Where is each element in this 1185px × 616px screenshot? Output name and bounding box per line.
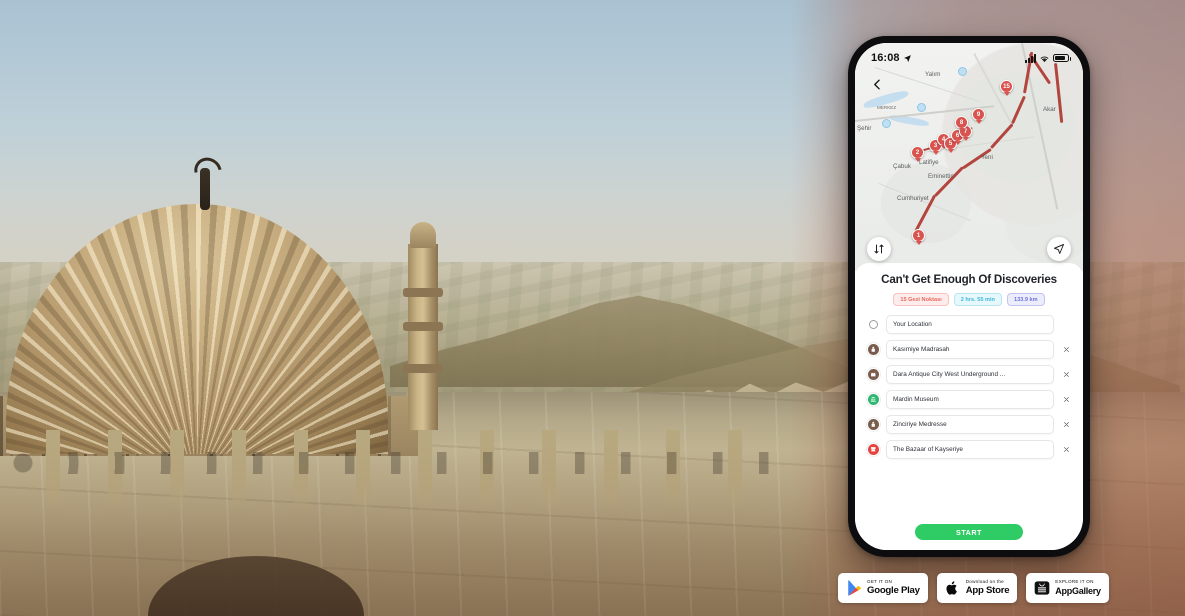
battery-icon — [1053, 54, 1071, 62]
list-item[interactable]: Your Location — [866, 315, 1072, 335]
map-label: Cumhuriyet — [897, 195, 929, 202]
mosque-pin-icon — [866, 343, 880, 357]
phone-screen: 16:08 Yalım Şehir Çabuk Latifiye Eminett… — [855, 43, 1083, 550]
map-label: Eminettin — [928, 173, 954, 180]
remove-stop-button[interactable] — [1060, 394, 1072, 406]
terrace-chain — [0, 452, 790, 474]
stop-name-field[interactable]: Dara Antique City West Underground ... — [886, 365, 1054, 385]
reorder-stops-button[interactable] — [867, 237, 891, 261]
close-icon — [1063, 422, 1069, 427]
back-button[interactable] — [866, 73, 888, 95]
stop-name-field[interactable]: Zinciriye Medresse — [886, 415, 1054, 435]
cellular-signal-icon — [1025, 53, 1036, 63]
map-poi-icon — [917, 103, 926, 112]
google-play-icon — [846, 580, 862, 597]
app-store-badge[interactable]: Download on the App Store — [936, 573, 1018, 603]
apple-icon — [945, 580, 961, 597]
start-button[interactable]: START — [915, 524, 1023, 540]
close-icon — [1063, 372, 1069, 377]
dome-finial-icon — [200, 168, 210, 210]
app-store-label: Download on the App Store — [966, 580, 1010, 596]
store-badges: GET IT ON Google Play Download on the Ap… — [838, 570, 1109, 606]
navigate-arrow-icon — [1054, 244, 1064, 254]
list-item[interactable]: Mardin Museum — [866, 390, 1072, 410]
remove-stop-button[interactable] — [1060, 344, 1072, 356]
status-bar: 16:08 — [855, 43, 1083, 69]
badge-kicker: EXPLORE IT ON — [1055, 579, 1094, 585]
page-title: Can't Get Enough Of Discoveries — [881, 273, 1057, 286]
stop-name-field[interactable]: Mardin Museum — [886, 390, 1054, 410]
badge-kicker: Download on the — [965, 579, 1004, 585]
google-play-badge[interactable]: GET IT ON Google Play — [838, 573, 928, 603]
minaret — [403, 222, 443, 430]
map-label: Latifiye — [919, 159, 939, 166]
route-map[interactable]: Yalım Şehir Çabuk Latifiye Eminettin Cum… — [855, 43, 1083, 271]
badge-title: Google Play — [867, 585, 920, 597]
appgallery-icon — [1034, 580, 1050, 597]
remove-stop-button[interactable] — [1060, 369, 1072, 381]
close-icon — [1063, 347, 1069, 352]
map-label: Şehir — [857, 125, 872, 132]
map-pin[interactable]: 2 — [911, 146, 924, 159]
chip-duration: 2 hrs. 55 min — [953, 293, 1002, 307]
map-label: Çabuk — [893, 163, 911, 170]
museum-pin-icon — [866, 393, 880, 407]
badge-kicker: GET IT ON — [867, 579, 893, 585]
map-pin[interactable]: 9 — [972, 108, 985, 121]
badge-title: AppGallery — [1055, 585, 1101, 596]
chevron-left-icon — [873, 79, 880, 89]
remove-stop-button[interactable] — [1060, 419, 1072, 431]
origin-dot-icon — [866, 318, 880, 332]
location-arrow-icon — [903, 54, 911, 62]
list-item[interactable]: The Bazaar of Kayseriye — [866, 440, 1072, 460]
wifi-icon — [1040, 55, 1049, 62]
mosque-pin-icon — [866, 418, 880, 432]
map-label: Yeni — [981, 154, 993, 161]
stop-name-field[interactable]: Kasımiye Madrasah — [886, 340, 1054, 360]
google-play-label: GET IT ON Google Play — [867, 580, 920, 596]
chip-stop-count: 15 Gezi Noktası — [893, 293, 949, 307]
map-label: Yalım — [925, 71, 941, 78]
status-clock: 16:08 — [871, 52, 912, 64]
start-button-row: START — [866, 515, 1072, 550]
stop-name-field[interactable]: Your Location — [886, 315, 1054, 335]
locate-me-button[interactable] — [1047, 237, 1071, 261]
stop-name-field[interactable]: The Bazaar of Kayseriye — [886, 440, 1054, 460]
close-icon — [1063, 447, 1069, 452]
badge-title: App Store — [965, 585, 1010, 597]
reorder-stops-icon — [874, 244, 884, 254]
remove-stop-button[interactable] — [1060, 444, 1072, 456]
chip-distance: 133.9 km — [1006, 293, 1045, 307]
route-summary-chips: 15 Gezi Noktası 2 hrs. 55 min 133.9 km — [866, 293, 1072, 307]
appgallery-label: EXPLORE IT ON AppGallery — [1055, 580, 1101, 595]
map-pin[interactable]: 15 — [1000, 80, 1013, 93]
map-label: Akar — [1043, 106, 1056, 113]
status-indicators — [1025, 53, 1071, 63]
stop-list: Your Location Kasımiye Madrasah Dara Ant… — [866, 315, 1072, 460]
ruins-pin-icon — [866, 368, 880, 382]
map-pin[interactable]: 1 — [912, 229, 925, 242]
map-label: MERKEZ — [877, 105, 897, 110]
bazaar-pin-icon — [866, 443, 880, 457]
close-icon — [1063, 397, 1069, 402]
list-item[interactable]: Kasımiye Madrasah — [866, 340, 1072, 360]
appgallery-badge[interactable]: EXPLORE IT ON AppGallery — [1026, 573, 1109, 603]
mosque-dome — [6, 204, 388, 454]
map-pin[interactable]: 8 — [955, 116, 968, 129]
list-item[interactable]: Zinciriye Medresse — [866, 415, 1072, 435]
list-item[interactable]: Dara Antique City West Underground ... — [866, 365, 1072, 385]
phone-mockup: 16:08 Yalım Şehir Çabuk Latifiye Eminett… — [848, 36, 1090, 557]
status-time: 16:08 — [871, 52, 900, 64]
map-poi-icon — [882, 119, 891, 128]
route-sheet: Can't Get Enough Of Discoveries 15 Gezi … — [855, 263, 1083, 550]
screenshot-stage: 16:08 Yalım Şehir Çabuk Latifiye Eminett… — [0, 0, 1185, 616]
